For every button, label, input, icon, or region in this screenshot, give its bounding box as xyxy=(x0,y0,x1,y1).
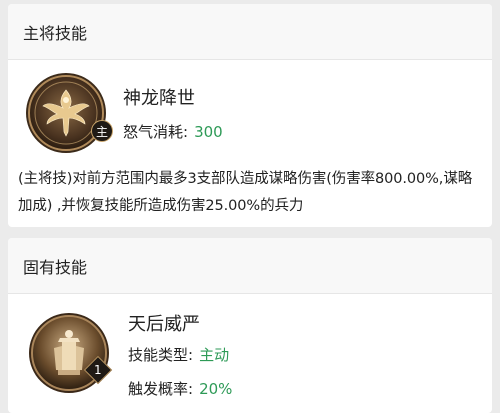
main-badge-label: 主 xyxy=(95,124,108,139)
main-skill-section-title: 主将技能 xyxy=(8,4,492,60)
rage-cost-label: 怒气消耗: xyxy=(123,123,189,141)
trigger-rate-label: 触发概率: xyxy=(128,380,194,398)
main-skill-name: 神龙降世 xyxy=(123,88,195,109)
main-skill-card: 主将技能 主 神龙降世 怒气消耗: 300 (主将技)对前方范围内最多3支部队造成… xyxy=(8,4,492,227)
innate-skill-section-title: 固有技能 xyxy=(8,238,492,294)
innate-skill-card: 固有技能 1 天后威严 技能类型: 主动 触发概率: 20% xyxy=(8,238,492,413)
rage-cost-value: 300 xyxy=(194,123,223,141)
phoenix-emblem-icon[interactable] xyxy=(25,72,107,154)
main-skill-description: (主将技)对前方范围内最多3支部队造成谋略伤害(伤害率800.00%,谋略加成)… xyxy=(18,171,473,214)
level-badge-label: 1 xyxy=(94,362,102,377)
skill-type-value: 主动 xyxy=(199,346,230,364)
skill-type: 技能类型: 主动 xyxy=(128,344,229,365)
trigger-rate-value: 20% xyxy=(199,380,233,398)
innate-skill-name: 天后威严 xyxy=(128,314,200,335)
trigger-rate: 触发概率: 20% xyxy=(128,378,232,399)
main-badge: 主 xyxy=(91,120,113,142)
skill-type-label: 技能类型: xyxy=(128,346,194,364)
rage-cost: 怒气消耗: 300 xyxy=(123,121,223,142)
